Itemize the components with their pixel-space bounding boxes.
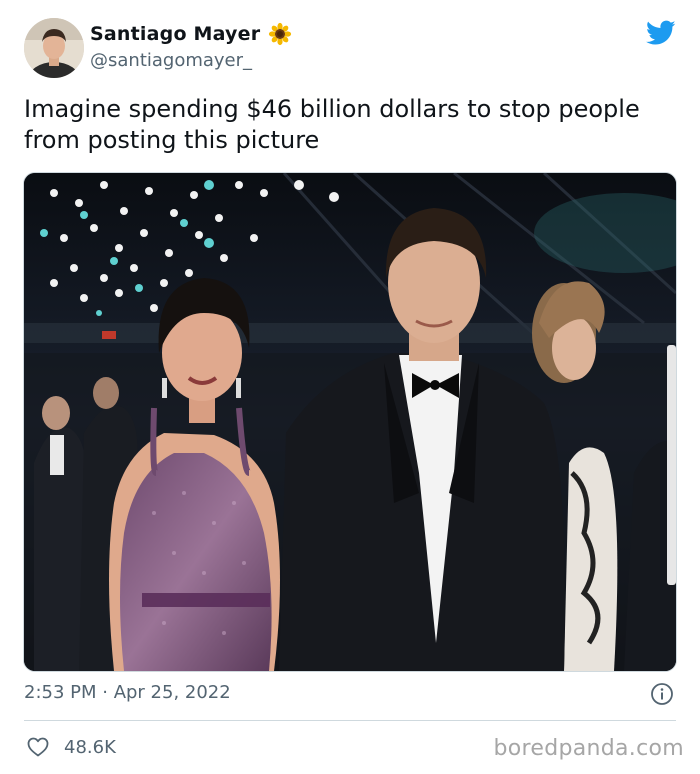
like-button[interactable]: 48.6K bbox=[26, 735, 116, 759]
author-name-row[interactable]: Santiago Mayer bbox=[90, 22, 292, 46]
author-display-name[interactable]: Santiago Mayer bbox=[90, 23, 260, 45]
watermark: boredpanda.com bbox=[493, 736, 684, 761]
scroll-indicator bbox=[667, 345, 676, 585]
avatar[interactable] bbox=[24, 18, 84, 78]
twitter-bird-icon[interactable] bbox=[646, 20, 676, 46]
party-photo-image bbox=[24, 173, 676, 671]
divider bbox=[24, 720, 676, 721]
like-count: 48.6K bbox=[64, 736, 116, 758]
sunflower-icon bbox=[269, 22, 292, 46]
tweet-photo[interactable] bbox=[23, 172, 677, 672]
tweet-timestamp[interactable]: 2:53 PM · Apr 25, 2022 bbox=[24, 682, 231, 703]
avatar-image bbox=[24, 18, 84, 78]
tweet-card: Santiago Mayer @santiagomayer_ Imagine s… bbox=[0, 0, 700, 774]
heart-icon[interactable] bbox=[26, 735, 50, 759]
info-icon[interactable] bbox=[650, 682, 674, 706]
tweet-text: Imagine spending $46 billion dollars to … bbox=[24, 95, 640, 154]
author-handle[interactable]: @santiagomayer_ bbox=[90, 50, 252, 71]
